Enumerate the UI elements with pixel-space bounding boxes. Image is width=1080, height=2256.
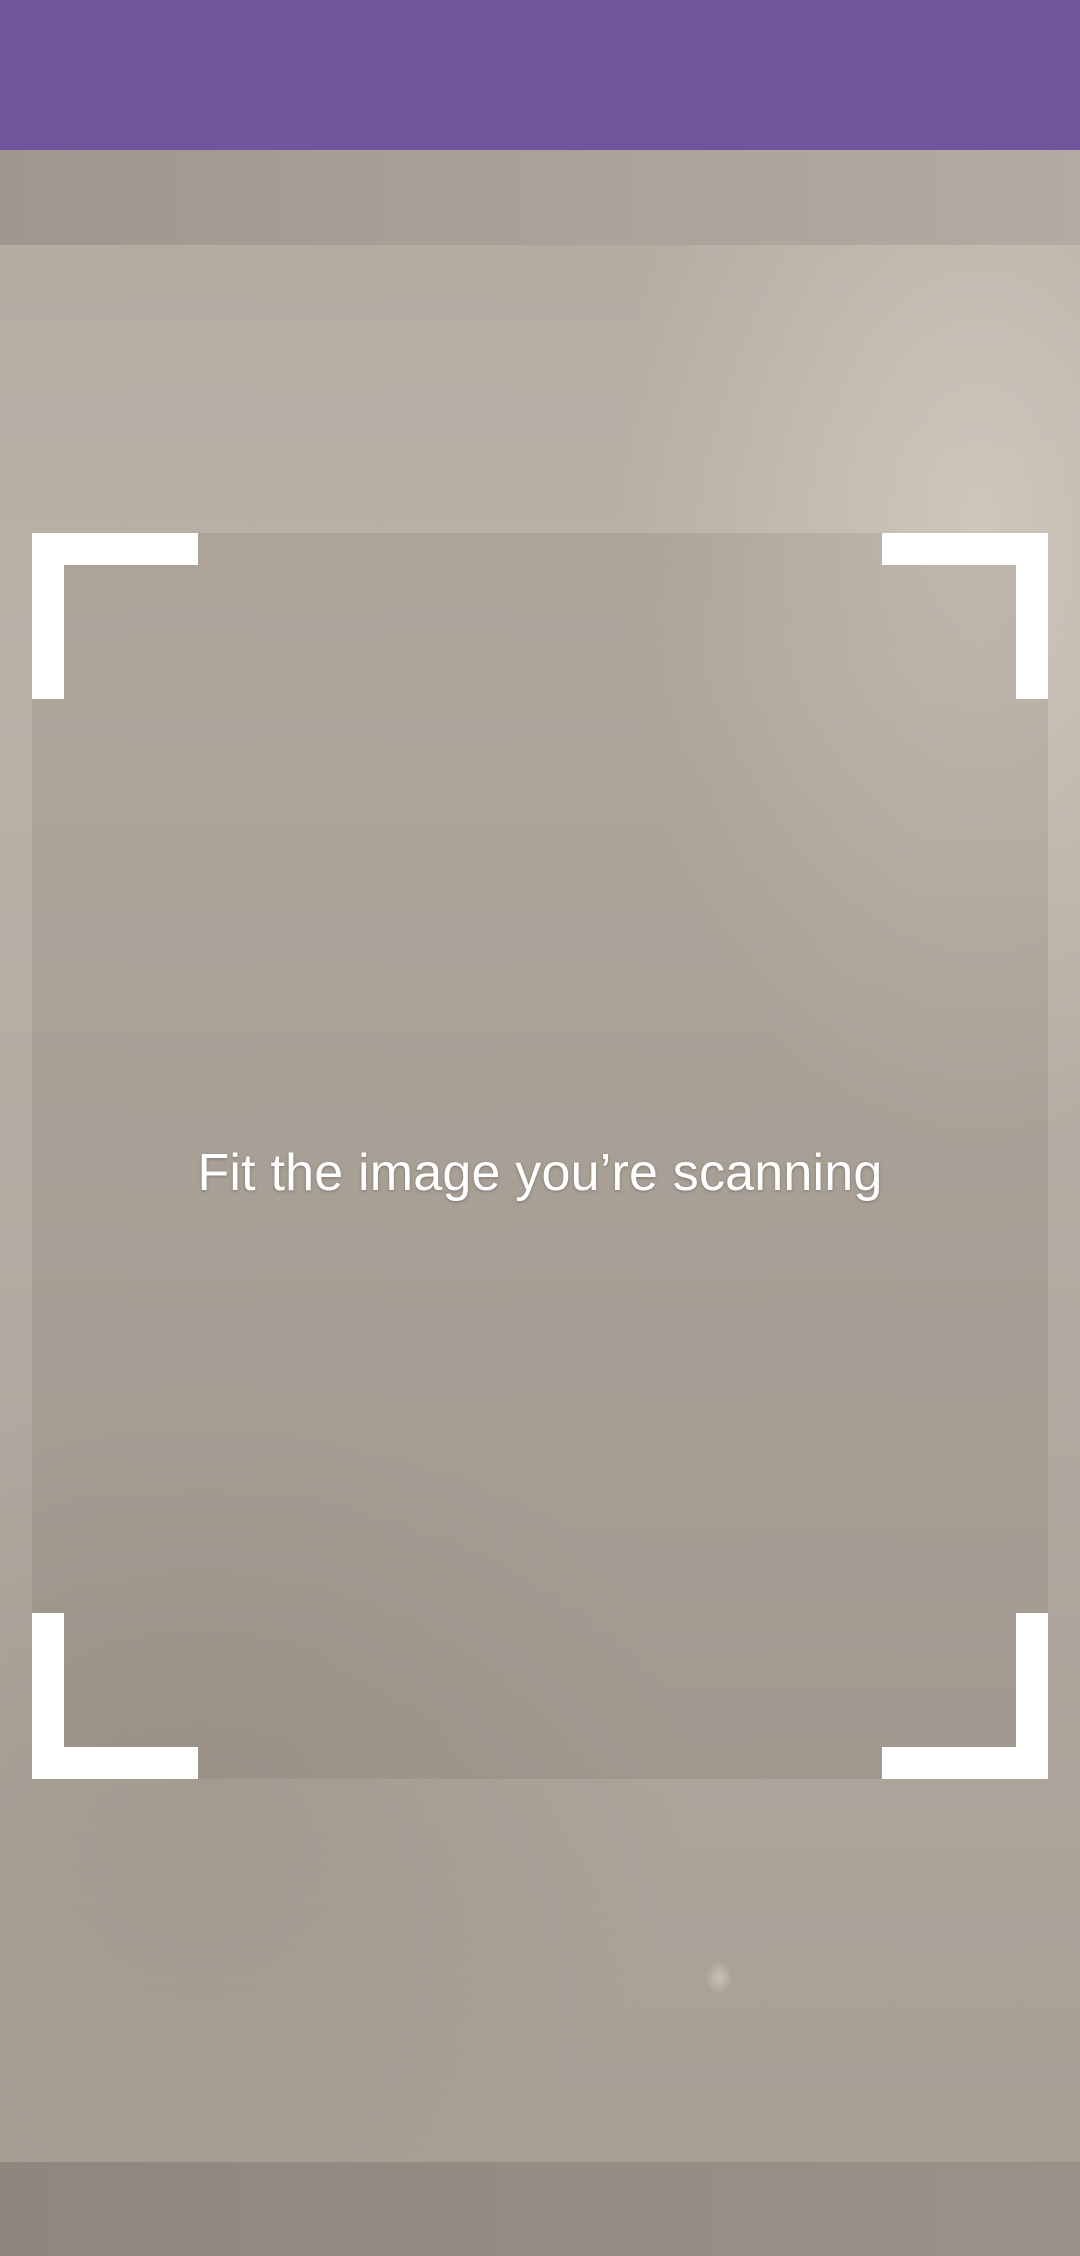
scan-frame-corner-top-right [882,533,1048,699]
camera-preview-edge-bottom [0,2162,1080,2256]
camera-preview-edge-top [0,150,1080,245]
status-bar [0,0,1080,150]
scan-instruction: Fit the image you’re scanning [197,1144,883,1202]
scan-frame-corner-top-left [32,533,198,699]
scanner-screen: Fit the image you’re scanning [0,0,1080,2256]
light-reflection [706,1962,732,1994]
scan-frame-corner-bottom-right [882,1613,1048,1779]
scan-frame-corner-bottom-left [32,1613,198,1779]
